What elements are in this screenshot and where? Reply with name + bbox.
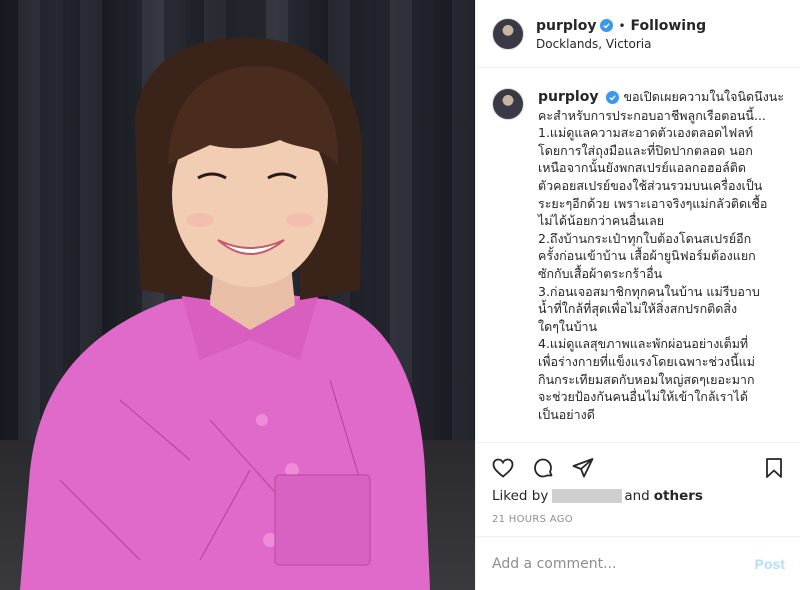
avatar[interactable] [492,17,524,50]
header-username[interactable]: purploy [536,17,596,35]
post-side-panel: purploy • Following Docklands, Victoria … [475,0,800,590]
likes-others-link[interactable]: others [654,488,703,504]
verified-badge-icon [606,91,620,104]
following-button[interactable]: Following [631,17,707,35]
caption-line: น้ำที่ใกล้ที่สุดเพื่อไม่ให้สิ่งสกปรกติดส… [538,301,738,317]
caption-line: กินกระเทียมสดกับหอมใหญ่สดๆเยอะมาก [538,371,755,387]
post-timestamp[interactable]: 21 HOURS AGO [492,514,573,525]
caption-line: ตัวคอยสเปรย์ของใช้ส่วนรวมบนเครื่องเป็น [538,177,763,193]
caption-line: เป็นอย่างดี [538,406,595,422]
header-meta: purploy • Following Docklands, Victoria [536,17,706,51]
portrait-illustration [20,37,430,590]
separator-dot: • [618,18,626,33]
likes-summary: Liked by and others [492,488,703,504]
caption-line: เหนือจากนั้นยังพกสเปรย์แอลกอฮอล์ติด [538,160,747,176]
caption-line: คะสำหรับการประกอบอาชีพลูกเรือตอนนี้... [538,107,766,123]
likes-prefix: Liked by [492,488,549,504]
share-icon[interactable] [570,455,596,481]
caption-line: ครั้งก่อนเข้าบ้าน เสื้อผ้ายูนิฟอร์มต้องแ… [538,248,756,264]
caption-line: จะช่วยป้องกันคนอื่นไม่ให้เข้าใกล้เราได้ [538,389,748,405]
caption-line: 3.ก่อนเจอสมาชิกทุกคนในบ้าน แม่รีบอาบ [538,283,760,299]
likes-conjunction: and [624,488,650,504]
add-comment-bar: Post [476,536,800,590]
caption-line: ระยะๆอีกด้วย เพราะเอาจริงๆแม่กลัวติดเชื้… [538,195,768,211]
caption-line: ไม่ได้น้อยกว่าคนอื่นเลย [538,213,665,229]
caption-username[interactable]: purploy [538,89,598,105]
bookmark-icon[interactable] [761,455,787,481]
post-header: purploy • Following Docklands, Victoria [476,0,800,68]
comment-input[interactable] [492,555,755,572]
verified-badge-icon [600,19,614,32]
caption-text: purploy ขอเปิดเผยความในใจนิดนึงนะ คะสำหรั… [538,88,785,442]
comment-icon[interactable] [530,455,556,481]
location-link[interactable]: Docklands, Victoria [536,37,706,51]
comments-section[interactable]: purploy ขอเปิดเผยความในใจนิดนึงนะ คะสำหรั… [476,68,800,442]
post-button[interactable]: Post [755,556,785,572]
caption-line: โดยการใส่ถุงมือและที่ปิดปากตลอด นอก [538,142,753,158]
caption-line: 1.แม่ดูแลความสะอาดตัวเองตลอดไฟลท์ [538,125,754,141]
caption-line: เพื่อร่างกายที่แข็งแรงโดยเฉพาะช่วงนี้แม่ [538,353,755,369]
caption-line: 4.แม่ดูแลสุขภาพและพักผ่อนอย่างเต็มที่ [538,336,749,352]
caption-line: ขอเปิดเผยความในใจนิดนึงนะ [623,89,785,104]
caption-line: ซักกับเสื้อผ้าตระกร้าอื่น [538,265,663,281]
caption-avatar[interactable] [492,88,524,120]
caption-line: 2.ถึงบ้านกระเป๋าทุกใบต้องโดนสเปรย์อีก [538,230,752,246]
redacted-username[interactable] [552,489,623,503]
post-photo[interactable] [0,0,475,590]
caption-line: ใดๆในบ้าน [538,318,598,334]
heart-icon[interactable] [490,455,516,481]
action-bar [476,442,800,492]
caption-line-first: purploy ขอเปิดเผยความในใจนิดนึงนะ [538,88,785,107]
